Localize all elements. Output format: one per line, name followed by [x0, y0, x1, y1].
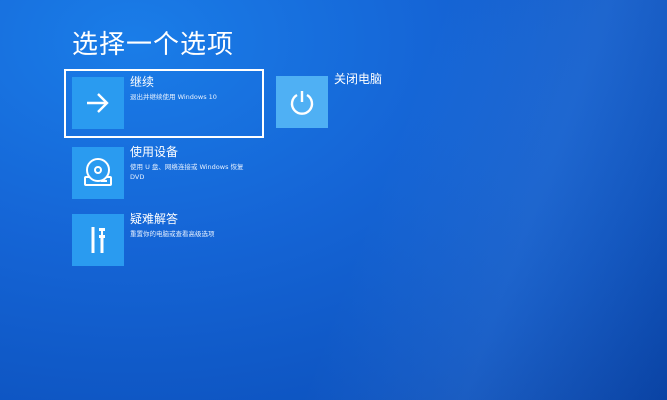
option-continue-label: 继续 — [130, 75, 155, 89]
troubleshoot-tile — [72, 214, 124, 266]
option-turn-off[interactable]: 关闭电脑 — [276, 72, 416, 132]
turn-off-tile — [276, 76, 328, 128]
use-device-tile — [72, 147, 124, 199]
arrow-right-icon — [87, 93, 109, 113]
option-turn-off-label: 关闭电脑 — [334, 72, 383, 86]
disc-drive-icon — [84, 158, 112, 186]
option-use-device[interactable]: 使用设备 使用 U 盘、网络连接或 Windows 恢复 DVD — [72, 145, 262, 202]
power-icon — [290, 91, 314, 115]
option-continue-description: 退出并继续使用 Windows 10 — [130, 93, 217, 101]
option-troubleshoot[interactable]: 疑难解答 重置你的电脑或查看高级选项 — [72, 212, 262, 269]
option-troubleshoot-label: 疑难解答 — [130, 212, 179, 226]
tools-icon — [91, 227, 105, 253]
continue-tile — [72, 77, 124, 129]
page-title: 选择一个选项 — [72, 30, 235, 60]
option-troubleshoot-description: 重置你的电脑或查看高级选项 — [130, 230, 215, 238]
option-use-device-label: 使用设备 — [130, 145, 179, 159]
option-use-device-description: 使用 U 盘、网络连接或 Windows 恢复 DVD — [130, 163, 244, 181]
option-continue[interactable]: 继续 退出并继续使用 Windows 10 — [64, 69, 264, 138]
